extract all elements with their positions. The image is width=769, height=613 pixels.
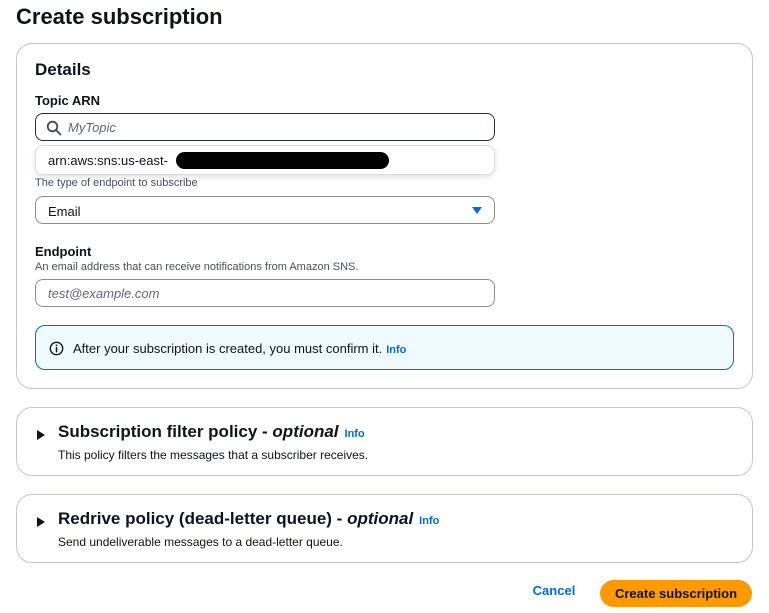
redrive-policy-heading: Redrive policy (dead-letter queue) - opt… [58,509,439,529]
alert-text: After your subscription is created, you … [73,341,406,356]
caret-down-icon [472,207,482,214]
alert-info-link[interactable]: Info [386,344,406,356]
filter-policy-optional: optional [272,422,339,441]
alert-message: After your subscription is created, you … [73,341,383,356]
filter-policy-title: Subscription filter policy - [58,422,273,441]
protocol-select[interactable]: Email [35,196,495,224]
topic-arn-dropdown: arn:aws:sns:us-east- [35,145,495,175]
filter-policy-description: This policy filters the messages that a … [58,448,369,462]
details-title: Details [35,60,91,79]
caret-right-icon [37,430,45,440]
protocol-description: The type of endpoint to subscribe [35,177,198,189]
filter-policy-info-link[interactable]: Info [345,428,365,440]
details-panel: Details Topic ARN MyTopic arn:aws:sns:us… [16,43,753,389]
confirmation-alert: After your subscription is created, you … [35,325,734,370]
endpoint-label: Endpoint [35,244,92,259]
page-title: Create subscription [16,4,223,29]
search-icon [46,120,62,136]
topic-arn-label: Topic ARN [35,93,100,108]
topic-arn-input[interactable]: MyTopic [35,113,495,141]
redrive-policy-optional: optional [347,509,414,528]
cancel-button[interactable]: Cancel [527,583,581,603]
info-icon [49,341,64,356]
filter-policy-heading: Subscription filter policy - optional Inf… [58,422,365,442]
endpoint-placeholder: test@example.com [48,286,160,301]
redrive-policy-expander[interactable]: Redrive policy (dead-letter queue) - opt… [16,494,753,563]
protocol-value: Email [48,204,81,219]
endpoint-description: An email address that can receive notifi… [35,261,359,273]
endpoint-input[interactable]: test@example.com [35,279,495,307]
redrive-policy-title: Redrive policy (dead-letter queue) - [58,509,348,528]
redrive-policy-info-link[interactable]: Info [419,515,439,527]
topic-arn-option[interactable]: arn:aws:sns:us-east- [48,153,168,168]
filter-policy-expander[interactable]: Subscription filter policy - optional Inf… [16,407,753,476]
redrive-policy-description: Send undeliverable messages to a dead-le… [58,535,343,549]
topic-arn-placeholder: MyTopic [68,120,116,135]
redaction-bar [176,152,389,169]
caret-right-icon [37,517,45,527]
create-subscription-button[interactable]: Create subscription [600,580,752,607]
